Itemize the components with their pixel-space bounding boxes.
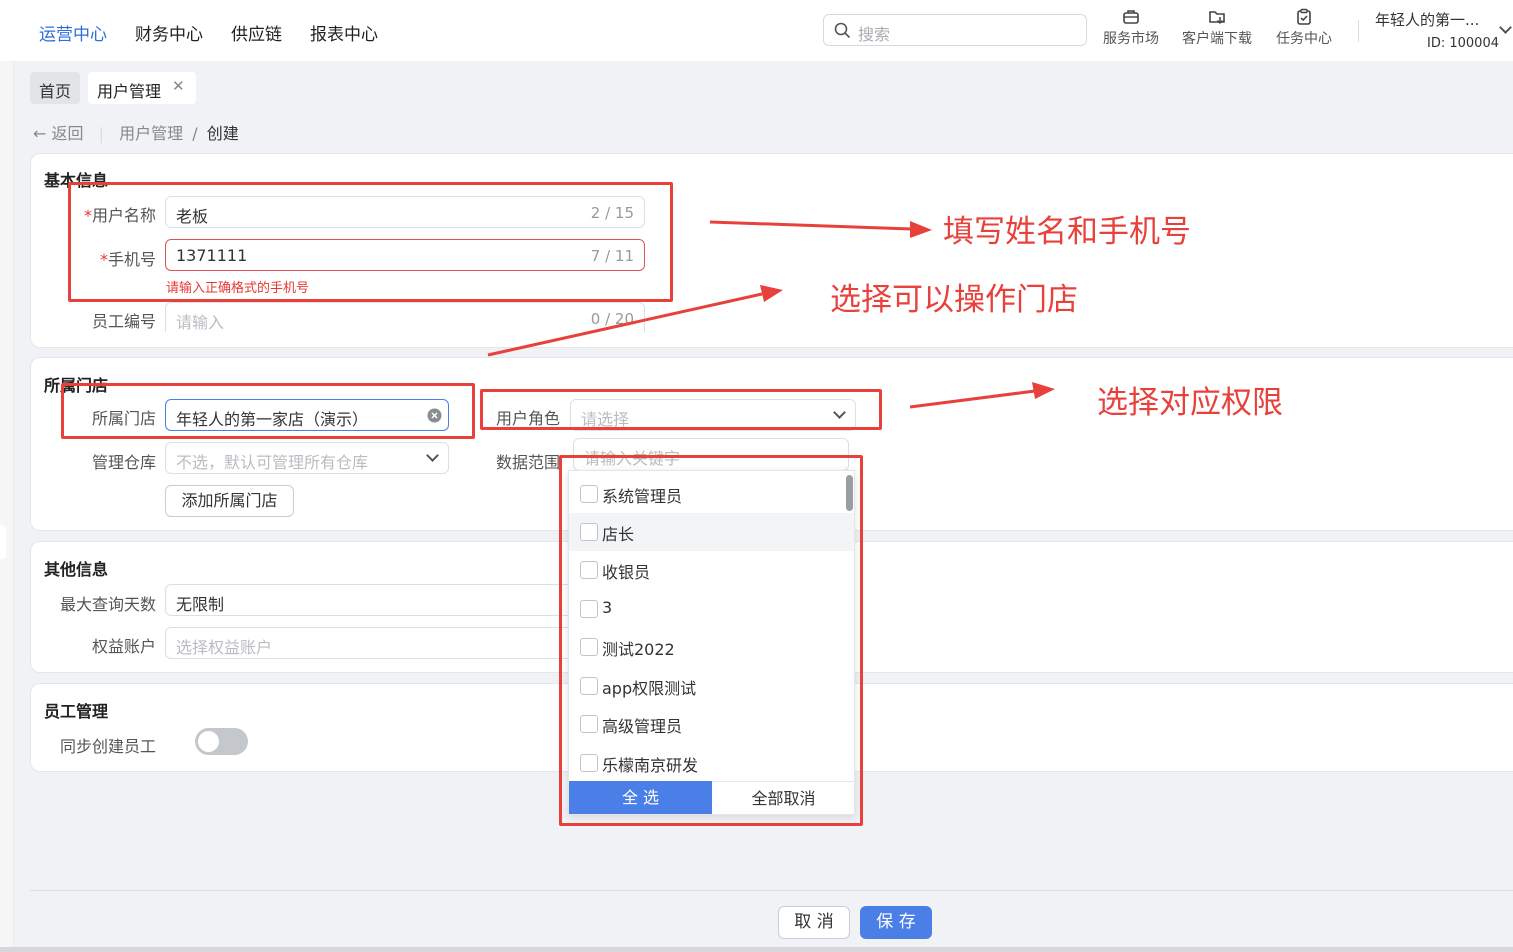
annotation-select-role: 选择对应权限 bbox=[1097, 385, 1283, 421]
cancel-button[interactable]: 取 消 bbox=[778, 906, 850, 939]
footer-divider bbox=[30, 890, 1513, 891]
annotation-select-store: 选择可以操作门店 bbox=[830, 282, 1078, 318]
save-button[interactable]: 保 存 bbox=[860, 906, 932, 939]
annotation-arrows bbox=[487, 220, 1055, 409]
window-bottom-edge bbox=[0, 947, 1513, 952]
annotation-fill-name-phone: 填写姓名和手机号 bbox=[943, 214, 1191, 250]
